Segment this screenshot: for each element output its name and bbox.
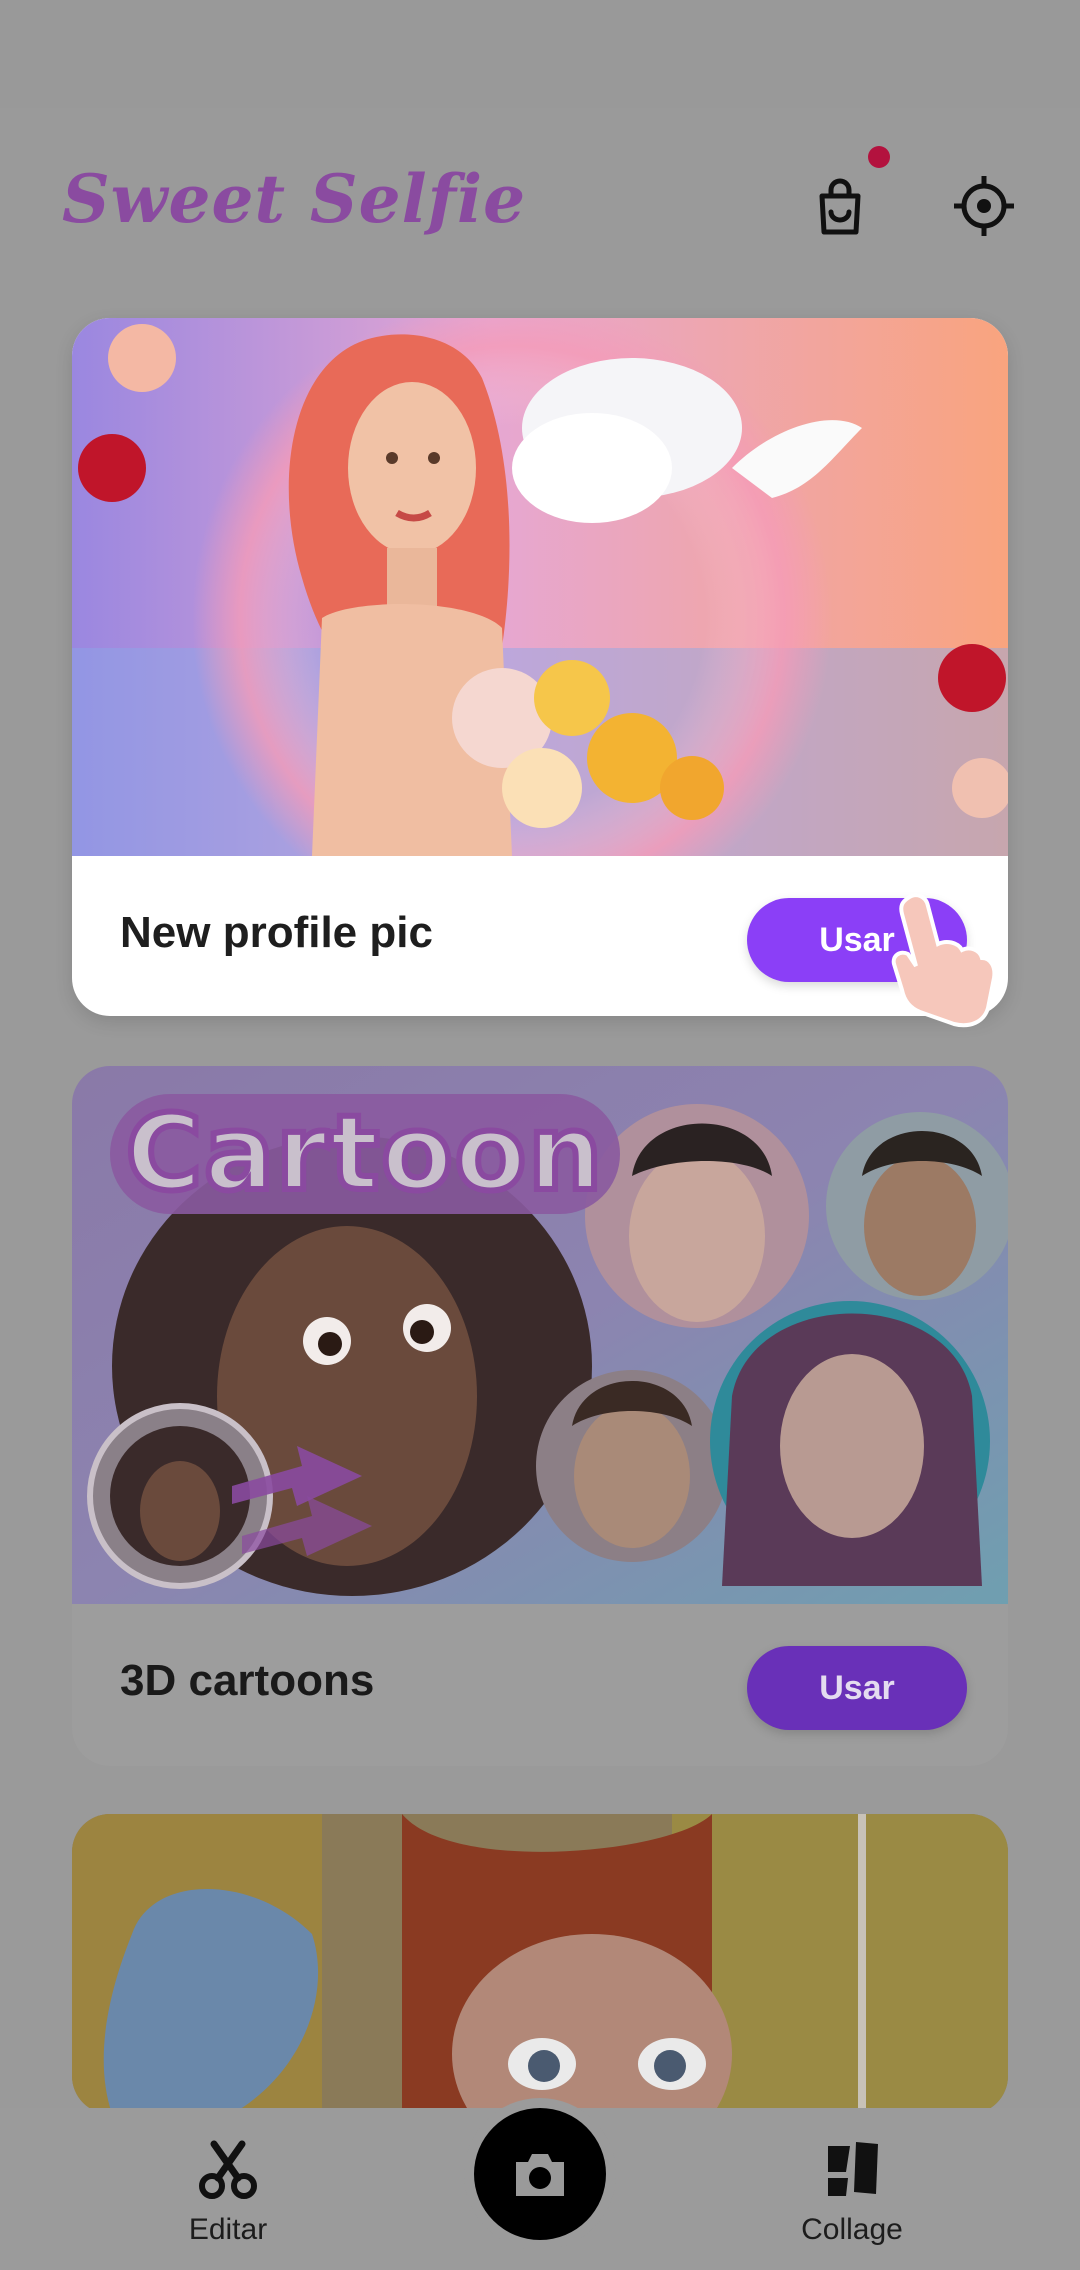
nav-edit[interactable]: Editar xyxy=(128,2138,328,2247)
status-bar xyxy=(0,0,1080,108)
card-footer: New profile pic Usar xyxy=(72,856,1008,1016)
nav-edit-label: Editar xyxy=(188,2213,268,2246)
shopping-bag-icon[interactable] xyxy=(800,166,880,246)
camera-icon xyxy=(510,2146,570,2207)
nav-collage-label: Collage xyxy=(801,2213,903,2246)
hand-pointer-icon xyxy=(880,888,1000,1028)
use-button[interactable]: Usar xyxy=(747,1646,967,1730)
nav-collage[interactable]: Collage xyxy=(752,2138,952,2247)
app-title: Sweet Selfie xyxy=(62,160,527,238)
collage-icon xyxy=(752,2138,952,2207)
template-card-new-profile-pic[interactable]: New profile pic Usar xyxy=(72,318,1008,1016)
cartoon-image-text: Cartoon xyxy=(123,1089,605,1217)
scissors-icon xyxy=(128,2138,328,2207)
settings-icon[interactable] xyxy=(944,166,1024,246)
card-image-cartoon-portraits: Cartoon xyxy=(72,1066,1008,1604)
card-image-woman-with-flowers xyxy=(72,318,1008,856)
template-card-partial[interactable] xyxy=(72,1814,1008,2114)
app-header: Sweet Selfie xyxy=(0,108,1080,308)
card-footer: 3D cartoons Usar xyxy=(72,1604,1008,1764)
template-card-3d-cartoons[interactable]: Cartoon 3D cartoons Usar xyxy=(72,1066,1008,1766)
notification-dot xyxy=(868,146,890,168)
card-title: New profile pic xyxy=(120,908,433,957)
card-title: 3D cartoons xyxy=(120,1656,375,1705)
camera-button[interactable] xyxy=(474,2108,606,2240)
card-image-cartoon-girl xyxy=(72,1814,1008,2114)
